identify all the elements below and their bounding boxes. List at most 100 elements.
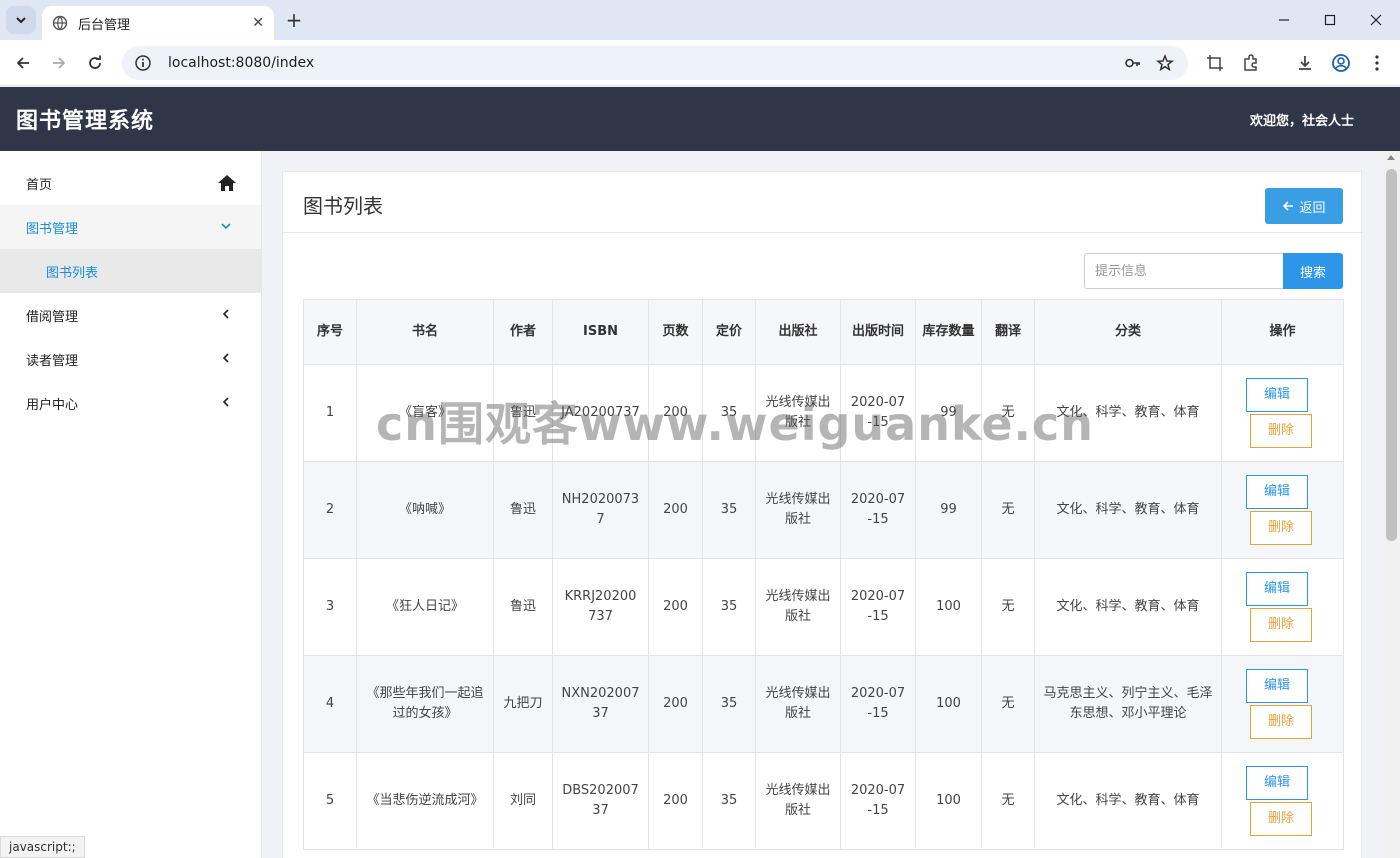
close-window-button[interactable] <box>1353 0 1399 40</box>
column-header: 翻译 <box>981 299 1035 365</box>
table-cell: 2020-07-15 <box>840 655 916 753</box>
table-cell: KRRJ20200737 <box>552 558 649 656</box>
table-cell: 99 <box>915 461 982 559</box>
sidebar-item-home[interactable]: 首页 <box>0 161 261 205</box>
table-cell: 无 <box>981 752 1035 850</box>
browser-menu-icon[interactable] <box>1366 52 1388 74</box>
maximize-icon <box>1324 14 1336 26</box>
site-info-icon[interactable] <box>134 54 152 72</box>
edit-button[interactable]: 编辑 <box>1246 669 1308 703</box>
delete-button[interactable]: 删除 <box>1250 608 1312 642</box>
delete-button[interactable]: 删除 <box>1250 414 1312 448</box>
table-cell: 99 <box>915 364 982 462</box>
table-cell: 光线传媒出版社 <box>755 364 841 462</box>
maximize-button[interactable] <box>1307 0 1353 40</box>
sidebar-item-book-list[interactable]: 图书列表 <box>0 249 261 293</box>
table-cell: 200 <box>648 364 703 462</box>
delete-button[interactable]: 删除 <box>1250 802 1312 836</box>
actions-cell: 编辑 删除 <box>1221 461 1344 559</box>
back-button[interactable]: 返回 <box>1265 188 1343 224</box>
table-cell: 3 <box>303 558 357 656</box>
minimize-button[interactable] <box>1261 0 1307 40</box>
column-header: 作者 <box>493 299 553 365</box>
search-input[interactable] <box>1084 253 1284 289</box>
tab-title: 后台管理 <box>78 17 131 33</box>
table-cell: NXN20200737 <box>552 655 649 753</box>
actions-cell: 编辑 删除 <box>1221 558 1344 656</box>
back-button-label: 返回 <box>1299 200 1326 216</box>
panel-divider <box>283 232 1363 233</box>
browser-tab[interactable]: 后台管理 ✕ <box>42 6 274 40</box>
reload-button[interactable] <box>81 49 109 77</box>
sidebar-item-book-management[interactable]: 图书管理 <box>0 205 261 249</box>
search-button[interactable]: 搜索 <box>1283 253 1343 289</box>
sidebar-item-user-center[interactable]: 用户中心 <box>0 381 261 425</box>
sidebar-item-label: 读者管理 <box>26 353 79 369</box>
table-cell: 《呐喊》 <box>356 461 494 559</box>
delete-button[interactable]: 删除 <box>1250 705 1312 739</box>
actions-cell: 编辑 删除 <box>1221 364 1344 462</box>
close-icon <box>1370 14 1382 26</box>
sidebar-item-label: 用户中心 <box>26 397 79 413</box>
status-bar: javascript:; <box>0 836 85 858</box>
edit-button[interactable]: 编辑 <box>1246 572 1308 606</box>
arrow-left-icon <box>16 57 29 69</box>
app-header: 图书管理系统 欢迎您，社会人士 <box>0 87 1400 151</box>
page-scrollbar[interactable] <box>1383 151 1400 858</box>
table-cell: 光线传媒出版社 <box>755 461 841 559</box>
download-icon[interactable] <box>1294 52 1316 74</box>
url-text: localhost:8080/index <box>168 55 315 71</box>
table-row: 1 《盲客》 鲁迅 JA20200737 200 35 光线传媒出版社 2020-07-15 9… <box>303 364 1344 462</box>
address-bar[interactable]: localhost:8080/index <box>122 46 1188 80</box>
close-tab-icon[interactable]: ✕ <box>252 15 264 31</box>
chevron-left-icon <box>219 307 233 321</box>
table-cell: 4 <box>303 655 357 753</box>
chevron-left-icon <box>219 351 233 365</box>
table-cell: 文化、科学、教育、体育 <box>1034 752 1222 850</box>
table-cell: 100 <box>915 655 982 753</box>
chevron-down-icon <box>16 17 26 24</box>
scroll-thumb[interactable] <box>1386 169 1397 541</box>
password-key-icon[interactable] <box>1124 54 1142 72</box>
sidebar-item-label: 图书列表 <box>46 265 99 281</box>
table-cell: JA20200737 <box>552 364 649 462</box>
delete-button[interactable]: 删除 <box>1250 511 1312 545</box>
sidebar-item-reader-management[interactable]: 读者管理 <box>0 337 261 381</box>
table-cell: 35 <box>702 655 756 753</box>
table-cell: 《盲客》 <box>356 364 494 462</box>
column-header: 分类 <box>1034 299 1222 365</box>
table-row: 3 《狂人日记》 鲁迅 KRRJ20200737 200 35 光线传媒出版社 2020-07… <box>303 558 1344 656</box>
table-cell: 2020-07-15 <box>840 364 916 462</box>
screenshot-crop-icon[interactable] <box>1204 52 1226 74</box>
bookmark-star-icon[interactable] <box>1156 54 1174 72</box>
scroll-up-arrow[interactable] <box>1387 155 1395 160</box>
table-cell: 马克思主义、列宁主义、毛泽东思想、邓小平理论 <box>1034 655 1222 753</box>
table-row: 4 《那些年我们一起追过的女孩》 九把刀 NXN20200737 200 35 光线传媒出版… <box>303 655 1344 753</box>
forward-nav-button[interactable] <box>45 49 73 77</box>
table-cell: 光线传媒出版社 <box>755 655 841 753</box>
table-cell: 无 <box>981 461 1035 559</box>
profile-avatar-icon[interactable] <box>1330 52 1352 74</box>
table-cell: 《那些年我们一起追过的女孩》 <box>356 655 494 753</box>
table-cell: 35 <box>702 461 756 559</box>
reload-icon <box>89 55 101 69</box>
table-cell: NH20200737 <box>552 461 649 559</box>
column-header: 出版社 <box>755 299 841 365</box>
new-tab-button[interactable]: + <box>282 8 306 32</box>
back-nav-button[interactable] <box>9 49 37 77</box>
table-cell: 刘同 <box>493 752 553 850</box>
table-cell: 35 <box>702 752 756 850</box>
globe-icon <box>52 15 68 31</box>
table-cell: 文化、科学、教育、体育 <box>1034 364 1222 462</box>
edit-button[interactable]: 编辑 <box>1246 475 1308 509</box>
actions-cell: 编辑 删除 <box>1221 655 1344 753</box>
edit-button[interactable]: 编辑 <box>1246 378 1308 412</box>
extensions-puzzle-icon[interactable] <box>1240 52 1262 74</box>
tab-search-button[interactable] <box>6 6 36 34</box>
sidebar-item-borrow-management[interactable]: 借阅管理 <box>0 293 261 337</box>
arrow-right-icon <box>53 57 66 69</box>
table-cell: 光线传媒出版社 <box>755 752 841 850</box>
edit-button[interactable]: 编辑 <box>1246 766 1308 800</box>
table-cell: 35 <box>702 558 756 656</box>
welcome-text[interactable]: 欢迎您，社会人士 <box>1250 110 1354 129</box>
